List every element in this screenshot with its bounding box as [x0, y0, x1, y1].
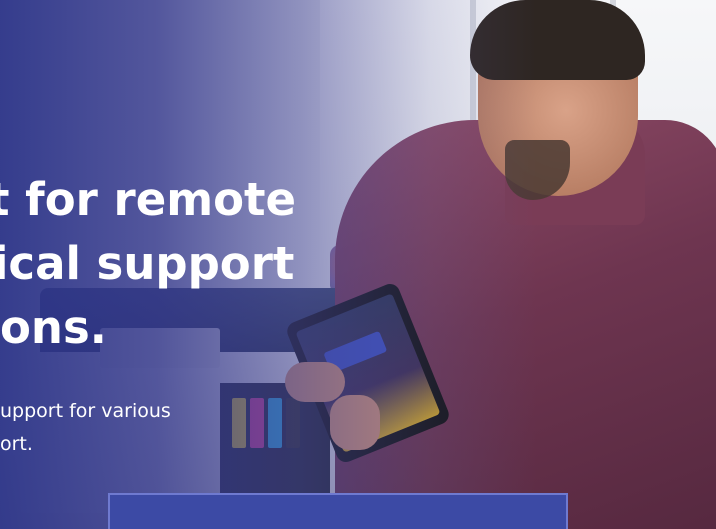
subtext-line-2: ort. [0, 433, 33, 455]
headline-line-2: ical support [0, 237, 295, 290]
hero-headline: t for remote ical support ons. [0, 168, 308, 360]
headline-line-1: t for remote [0, 173, 297, 226]
headline-line-3: ons. [0, 301, 107, 354]
subtext-line-1: upport for various [0, 400, 171, 422]
cta-panel[interactable] [108, 493, 568, 529]
hero-subtext: upport for various ort. [0, 395, 212, 461]
hero-section: t for remote ical support ons. upport fo… [0, 0, 716, 529]
